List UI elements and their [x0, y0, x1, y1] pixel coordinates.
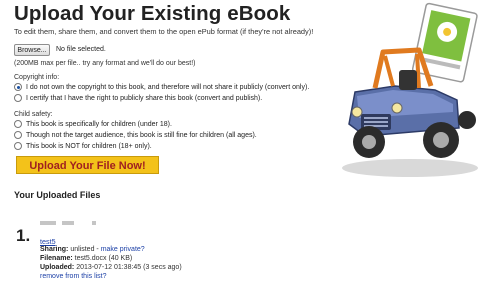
- truck-carrying-ebook-icon: [342, 2, 478, 177]
- page-title: Upload Your Existing eBook: [14, 2, 291, 25]
- make-private-link[interactable]: make private?: [101, 246, 145, 253]
- remove-from-list-link[interactable]: remove from this list?: [40, 273, 107, 280]
- sharing-label: Sharing:: [40, 246, 69, 253]
- upload-item-number: 1.: [16, 226, 31, 245]
- child-safety-option-adults[interactable]: This book is NOT for children (18+ only)…: [14, 142, 152, 150]
- uploaded-date-info: Uploaded: 2013-07-12 01:38:45 (3 secs ag…: [40, 264, 182, 271]
- radio-icon[interactable]: [14, 131, 22, 139]
- uploaded-book-title-link[interactable]: test5: [40, 237, 56, 246]
- radio-selected-icon[interactable]: [14, 83, 22, 91]
- filename-value: test5.docx (40 KB): [74, 255, 133, 262]
- radio-label: Though not the target audience, this boo…: [26, 131, 257, 139]
- child-safety-option-all-ages[interactable]: Though not the target audience, this boo…: [14, 131, 257, 139]
- radio-label: I certify that I have the right to publi…: [26, 94, 263, 102]
- file-thumbnail-placeholder: [40, 221, 96, 225]
- browse-button[interactable]: Browse...: [14, 44, 50, 56]
- file-size-note: (200MB max per file.. try any format and…: [14, 60, 196, 67]
- radio-icon[interactable]: [14, 142, 22, 150]
- uploaded-value: 2013-07-12 01:38:45 (3 secs ago): [76, 264, 182, 271]
- radio-icon[interactable]: [14, 120, 22, 128]
- radio-label: I do not own the copyright to this book,…: [26, 83, 310, 91]
- radio-icon[interactable]: [14, 94, 22, 102]
- child-safety-label: Child safety:: [14, 111, 53, 118]
- radio-label: This book is specifically for children (…: [26, 120, 172, 128]
- upload-file-button[interactable]: Upload Your File Now!: [16, 156, 159, 174]
- copyright-option-publish[interactable]: I certify that I have the right to publi…: [14, 94, 262, 102]
- copyright-label: Copyright info:: [14, 74, 60, 81]
- filename-label: Filename:: [40, 255, 73, 262]
- page-subtitle: To edit them, share them, and convert th…: [14, 27, 314, 36]
- sharing-info: Sharing: unlisted - make private?: [40, 246, 145, 253]
- uploaded-files-heading: Your Uploaded Files: [14, 190, 101, 200]
- uploaded-label: Uploaded:: [40, 264, 75, 271]
- child-safety-option-children[interactable]: This book is specifically for children (…: [14, 120, 172, 128]
- filename-info: Filename: test5.docx (40 KB): [40, 255, 132, 262]
- copyright-option-convert-only[interactable]: I do not own the copyright to this book,…: [14, 83, 309, 91]
- file-status: No file selected.: [56, 46, 106, 53]
- sharing-value: unlisted -: [70, 246, 101, 253]
- radio-label: This book is NOT for children (18+ only)…: [26, 142, 152, 150]
